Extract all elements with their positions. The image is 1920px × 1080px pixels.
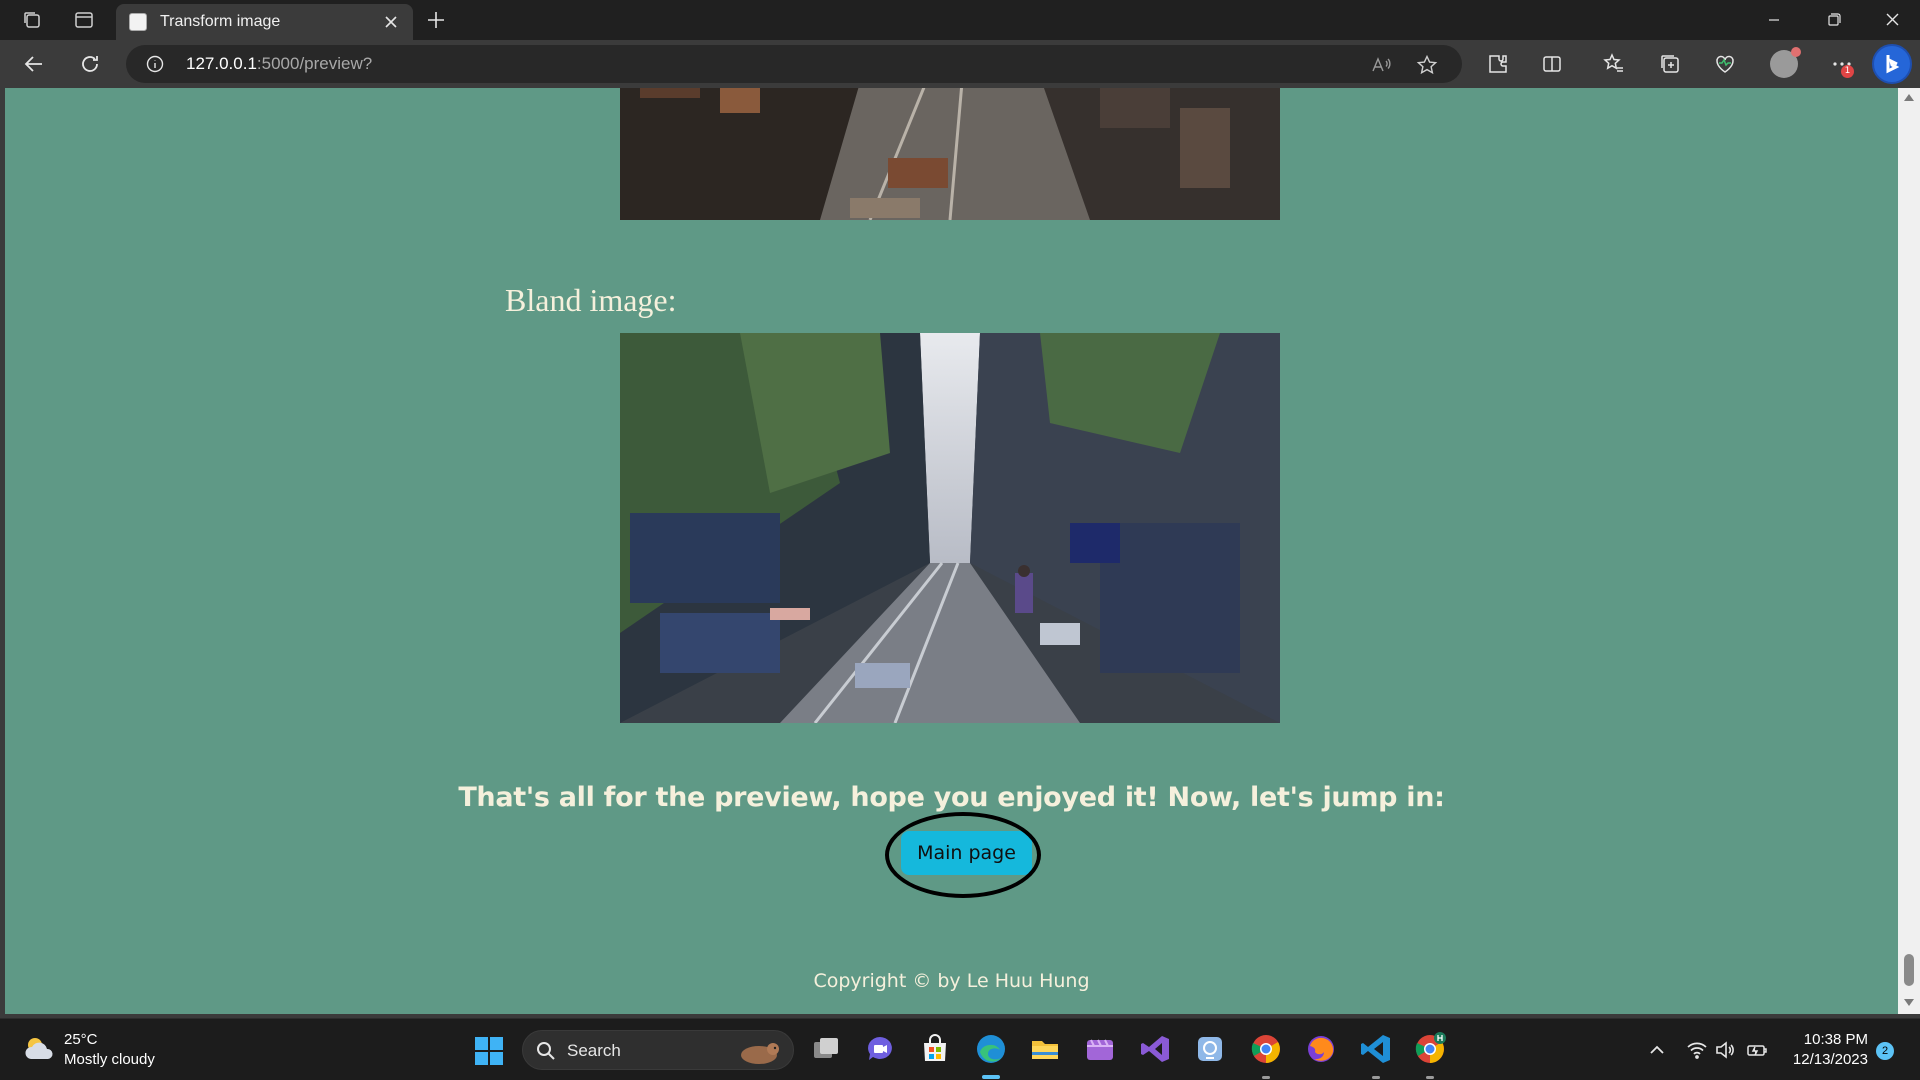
tab-title: Transform image <box>160 13 281 30</box>
read-aloud-icon[interactable] <box>1370 54 1392 76</box>
search-label: Search <box>567 1041 621 1060</box>
workspaces-icon[interactable] <box>20 8 44 32</box>
browser-essentials-icon[interactable] <box>1713 52 1737 76</box>
windows-start-icon[interactable] <box>474 1036 504 1066</box>
edge-browser-icon[interactable] <box>974 1032 1008 1066</box>
main-page-button[interactable]: Main page <box>901 831 1032 875</box>
bland-image <box>620 333 1280 723</box>
scroll-down-arrow-icon[interactable] <box>1904 999 1914 1006</box>
url-path: :5000/preview? <box>256 54 373 73</box>
tab-actions-icon[interactable] <box>72 8 96 32</box>
favorites-icon[interactable] <box>1602 52 1626 76</box>
transformed-image-partial <box>620 88 1280 220</box>
meet-chat-icon[interactable] <box>863 1032 897 1066</box>
browser-titlebar: Transform image <box>0 0 1920 40</box>
chrome-profile-icon[interactable] <box>1413 1032 1447 1066</box>
clock-time[interactable]: 10:38 PM <box>1792 1031 1868 1048</box>
site-info-icon[interactable] <box>146 55 164 73</box>
active-app-indicator <box>982 1075 1000 1079</box>
battery-charging-icon[interactable] <box>1746 1039 1768 1061</box>
show-hidden-icons-chevron-icon[interactable] <box>1646 1039 1668 1061</box>
minimize-icon[interactable] <box>1756 6 1792 34</box>
scroll-thumb[interactable] <box>1904 954 1914 986</box>
wifi-icon[interactable] <box>1686 1039 1708 1061</box>
address-bar[interactable]: 127.0.0.1:5000/preview? <box>126 45 1462 83</box>
collections-icon[interactable] <box>1658 52 1682 76</box>
page-scrollbar[interactable] <box>1898 88 1920 1014</box>
notification-center-badge[interactable]: 2 <box>1876 1042 1894 1060</box>
microsoft-store-icon[interactable] <box>918 1032 952 1066</box>
split-screen-icon[interactable] <box>1540 52 1564 76</box>
url-host: 127.0.0.1 <box>186 54 257 73</box>
clock-date[interactable]: 12/13/2023 <box>1782 1051 1868 1068</box>
new-tab-plus-icon[interactable] <box>424 8 448 32</box>
chrome-icon[interactable] <box>1249 1032 1283 1066</box>
copyright-footer: Copyright © by Le Huu Hung <box>813 970 1090 992</box>
taskbar-search[interactable]: Search <box>522 1030 794 1070</box>
closing-message: That's all for the preview, hope you enj… <box>458 782 1445 813</box>
bland-image-heading: Bland image: <box>505 282 677 318</box>
media-player-icon[interactable] <box>1083 1032 1117 1066</box>
scroll-up-arrow-icon[interactable] <box>1904 94 1914 101</box>
running-indicator <box>1372 1076 1380 1079</box>
restore-icon[interactable] <box>1816 6 1852 34</box>
favorite-star-icon[interactable] <box>1416 54 1438 76</box>
close-tab-icon[interactable] <box>381 12 401 32</box>
notification-badge: 1 <box>1841 65 1854 78</box>
refresh-icon[interactable] <box>78 52 102 76</box>
page-viewport: Bland image: That's all for the preview,… <box>5 88 1898 1014</box>
firefox-icon[interactable] <box>1304 1032 1338 1066</box>
weather-temperature[interactable]: 25°C <box>64 1031 98 1048</box>
browser-toolbar: 127.0.0.1:5000/preview? 1 <box>0 40 1920 88</box>
close-window-icon[interactable] <box>1874 6 1910 34</box>
weather-cloudy-icon[interactable] <box>22 1031 58 1067</box>
file-explorer-icon[interactable] <box>1028 1032 1062 1066</box>
running-indicator <box>1262 1076 1270 1079</box>
profile-avatar[interactable] <box>1770 47 1801 78</box>
running-indicator <box>1426 1076 1434 1079</box>
vscode-icon[interactable] <box>1359 1032 1393 1066</box>
back-arrow-icon[interactable] <box>22 52 46 76</box>
search-highlight-illustration-icon <box>735 1035 783 1067</box>
url-text[interactable]: 127.0.0.1:5000/preview? <box>186 54 372 74</box>
extensions-icon[interactable] <box>1486 52 1510 76</box>
copilot-icon[interactable] <box>1872 44 1912 84</box>
search-icon <box>535 1040 557 1062</box>
windows-taskbar: 25°C Mostly cloudy Search 10:38 PM 12/13… <box>0 1018 1920 1080</box>
tab-transform-image[interactable]: Transform image <box>116 4 413 40</box>
task-view-icon[interactable] <box>809 1032 843 1066</box>
volume-icon[interactable] <box>1714 1039 1736 1061</box>
visual-studio-icon[interactable] <box>1138 1032 1172 1066</box>
weather-description[interactable]: Mostly cloudy <box>64 1051 155 1068</box>
tab-favicon-icon <box>129 13 147 31</box>
blue-app-icon[interactable] <box>1193 1032 1227 1066</box>
